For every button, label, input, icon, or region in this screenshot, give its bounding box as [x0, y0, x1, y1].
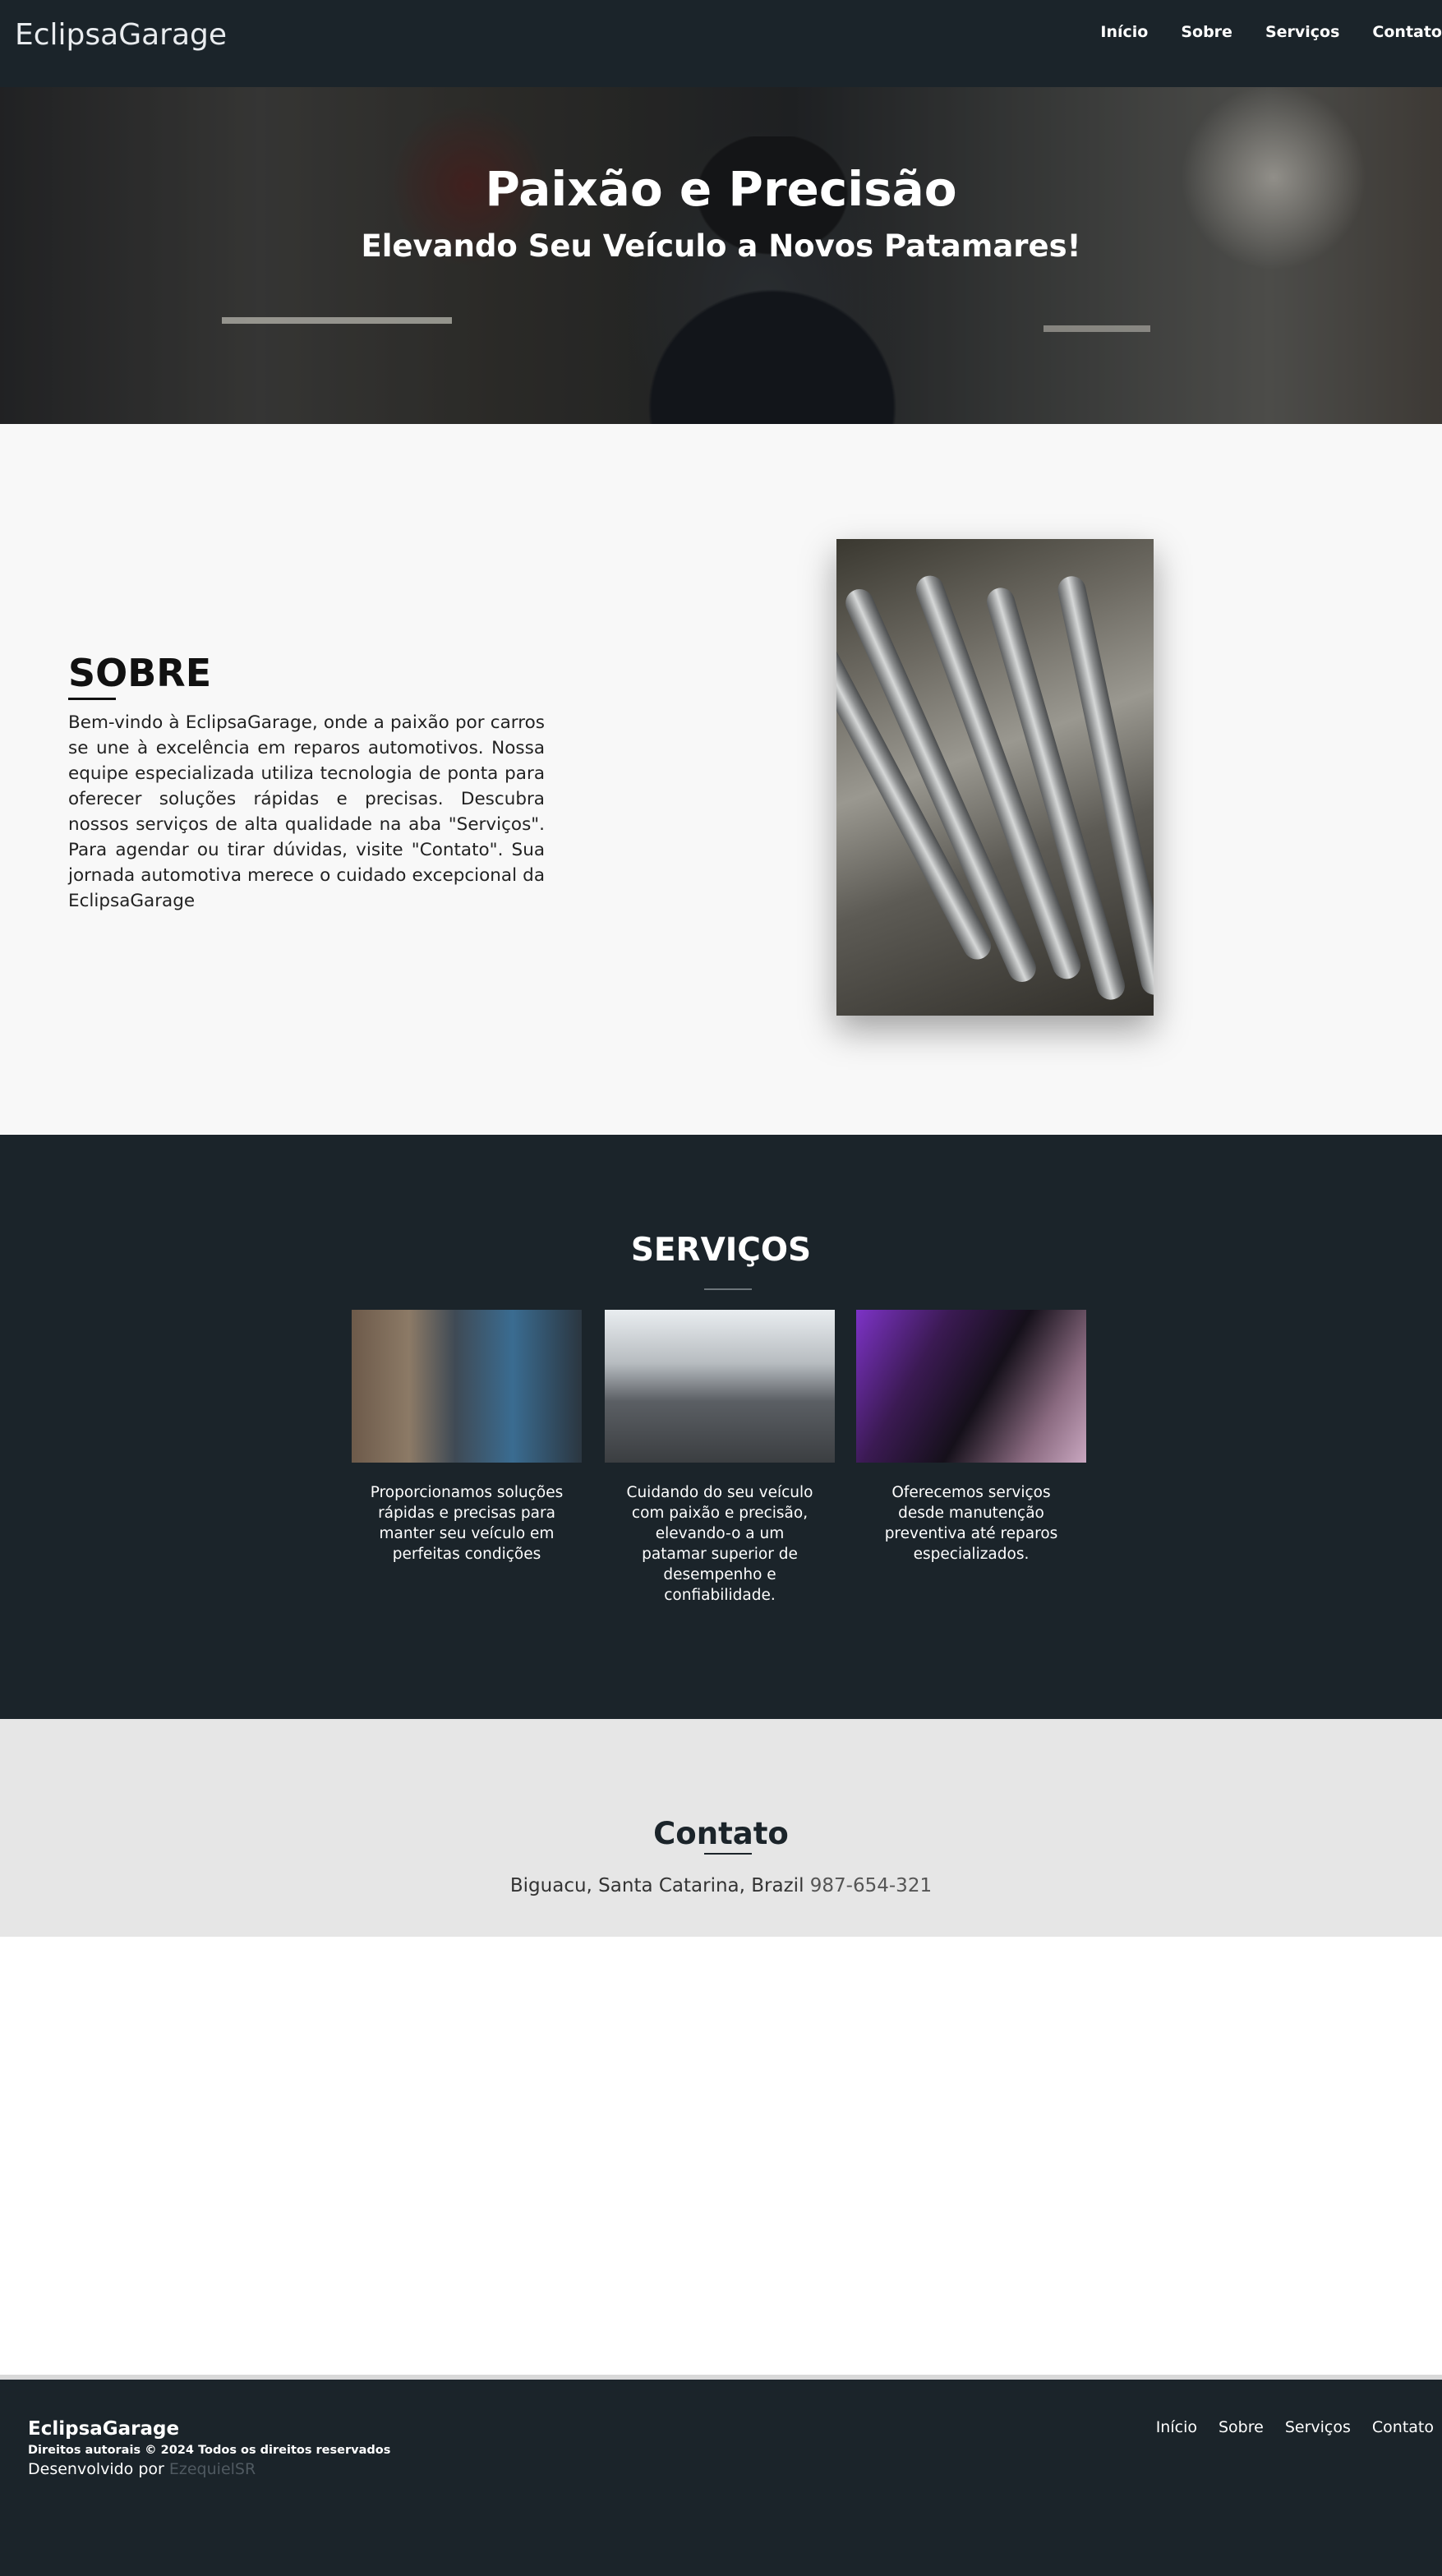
service-image-garage: [605, 1310, 835, 1463]
contact-title: Contato: [653, 1816, 789, 1851]
contact-location: Biguacu, Santa Catarina, Brazil: [509, 1875, 804, 1896]
footer-nav: Início Sobre Serviços Contato: [1156, 2418, 1434, 2436]
brand-logo[interactable]: EclipsaGarage: [15, 18, 227, 52]
service-text: Proporcionamos soluções rápidas e precis…: [370, 1484, 564, 1563]
contact-title-underline: [704, 1853, 752, 1855]
contact-info: Biguacu, Santa Catarina, Brazil 987-654-…: [0, 1875, 1442, 1896]
main-nav: Início Sobre Serviços Contato: [1100, 23, 1442, 41]
nav-link-servicos[interactable]: Serviços: [1265, 23, 1339, 41]
wrenches-image: [836, 539, 1154, 1016]
hero-banner: Paixão e Precisão Elevando Seu Veículo a…: [0, 87, 1442, 424]
about-text: Bem-vindo à EclipsaGarage, onde a paixão…: [68, 712, 545, 911]
footer-link-inicio[interactable]: Início: [1156, 2418, 1197, 2436]
services-title: SERVIÇOS: [630, 1232, 812, 1269]
service-image-repair: [856, 1310, 1086, 1463]
nav-link-inicio[interactable]: Início: [1100, 23, 1148, 41]
hero-subtitle: Elevando Seu Veículo a Novos Patamares!: [361, 228, 1081, 264]
nav-link-sobre[interactable]: Sobre: [1181, 23, 1232, 41]
site-footer: EclipsaGarage Direitos autorais © 2024 T…: [0, 2380, 1442, 2576]
footer-link-sobre[interactable]: Sobre: [1219, 2418, 1264, 2436]
footer-link-contato[interactable]: Contato: [1372, 2418, 1434, 2436]
footer-developer-link[interactable]: EzequielSR: [169, 2460, 256, 2478]
footer-copyright: Direitos autorais © 2024 Todos os direit…: [28, 2444, 391, 2457]
service-text: Oferecemos serviços desde manutenção pre…: [884, 1484, 1058, 1563]
services-title-underline: [704, 1288, 752, 1290]
services-section: SERVIÇOS Proporcionamos soluções rápidas…: [0, 1135, 1442, 1719]
footer-developer: Desenvolvido por EzequielSR: [28, 2460, 256, 2478]
contact-section: Contato Biguacu, Santa Catarina, Brazil …: [0, 1719, 1442, 1937]
footer-link-servicos[interactable]: Serviços: [1285, 2418, 1351, 2436]
nav-link-contato[interactable]: Contato: [1372, 23, 1442, 41]
service-text: Cuidando do seu veículo com paixão e pre…: [626, 1484, 813, 1604]
footer-brand: EclipsaGarage: [28, 2418, 180, 2440]
hero-title: Paixão e Precisão: [485, 161, 957, 217]
service-card: Oferecemos serviços desde manutenção pre…: [856, 1310, 1086, 1564]
service-card: Cuidando do seu veículo com paixão e pre…: [605, 1310, 835, 1606]
site-header: EclipsaGarage Início Sobre Serviços Cont…: [0, 0, 1442, 87]
service-image-mechanic: [352, 1310, 582, 1463]
about-title: SOBRE: [68, 651, 212, 695]
about-section: SOBRE Bem-vindo à EclipsaGarage, onde a …: [0, 424, 1442, 1135]
footer-developed-by: Desenvolvido por: [28, 2460, 164, 2478]
contact-phone-link[interactable]: 987-654-321: [810, 1875, 932, 1896]
about-title-underline: [68, 698, 116, 700]
service-card: Proporcionamos soluções rápidas e precis…: [352, 1310, 582, 1564]
